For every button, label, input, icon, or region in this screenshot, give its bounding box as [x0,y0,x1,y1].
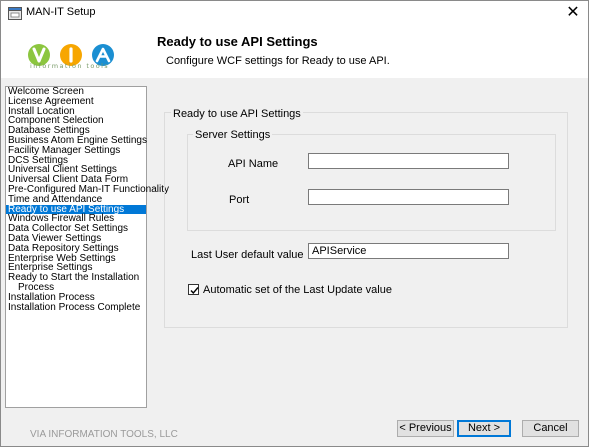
next-button[interactable]: Next > [457,420,511,437]
server-settings-group [187,134,556,231]
port-input[interactable] [308,189,509,205]
close-button[interactable]: ✕ [558,1,588,25]
content-area: Welcome Screen License Agreement Install… [1,78,588,446]
auto-set-checkbox[interactable] [188,284,199,295]
logo-tagline: information tools [30,62,110,70]
checkmark-icon [190,287,199,295]
via-logo [28,44,114,66]
cancel-button[interactable]: Cancel [522,420,579,437]
last-user-label: Last User default value [191,249,304,261]
last-user-input[interactable]: APIService [308,243,509,259]
setup-app-icon [8,7,22,20]
window-title: MAN-IT Setup [26,6,96,18]
page-title: Ready to use API Settings [157,34,318,49]
port-label: Port [229,194,250,206]
title-bar[interactable]: MAN-IT Setup ✕ [1,1,588,25]
auto-set-label[interactable]: Automatic set of the Last Update value [203,284,392,296]
page-subtitle: Configure WCF settings for Ready to use … [166,55,390,67]
api-settings-group-label: Ready to use API Settings [171,108,303,120]
previous-button[interactable]: < Previous [397,420,454,437]
api-name-input[interactable] [308,153,509,169]
company-footer: VIA INFORMATION TOOLS, LLC [30,429,178,440]
header-banner: information tools Ready to use API Setti… [1,25,588,78]
server-settings-group-label: Server Settings [193,129,273,141]
steps-list[interactable]: Welcome Screen License Agreement Install… [5,86,169,408]
api-name-label: API Name [228,158,279,170]
setup-window: MAN-IT Setup ✕ information tools Ready t… [0,0,589,447]
step-installation-process-complete[interactable]: Installation Process Complete [6,302,146,313]
